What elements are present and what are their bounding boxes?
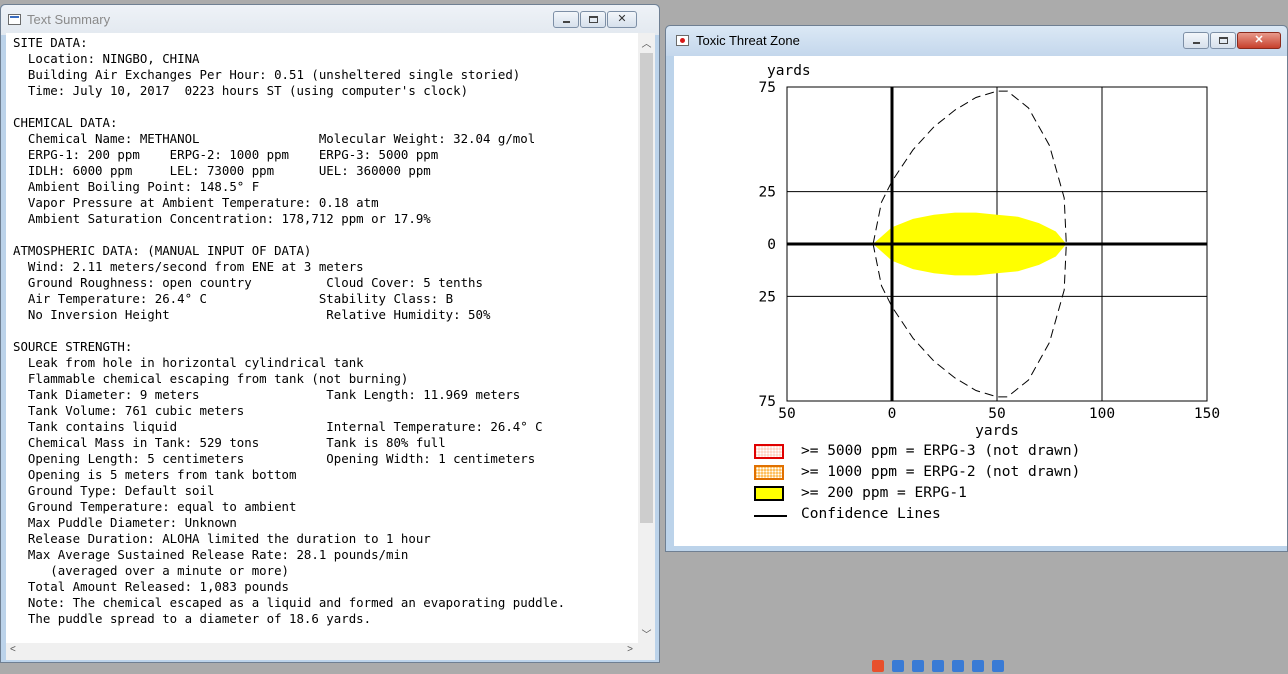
maximize-icon: [1219, 37, 1228, 44]
close-icon: ✕: [617, 13, 627, 25]
x-tick-label: 50: [778, 406, 795, 422]
summary-line: Vapor Pressure at Ambient Temperature: 0…: [13, 195, 379, 210]
x-tick-label: 50: [988, 406, 1005, 422]
close-button[interactable]: ✕: [1237, 32, 1281, 49]
summary-line: Ground Type: Default soil: [13, 483, 215, 498]
summary-line: CHEMICAL DATA:: [13, 115, 118, 130]
tray-icon[interactable]: [892, 660, 904, 672]
summary-line: IDLH: 6000 ppm LEL: 73000 ppm UEL: 36000…: [13, 163, 431, 178]
summary-line: [13, 99, 638, 115]
legend-label: >= 5000 ppm = ERPG-3 (not drawn): [801, 443, 1081, 459]
app-icon: [8, 14, 21, 25]
legend-swatch: [754, 465, 784, 480]
summary-line: Time: July 10, 2017 0223 hours ST (using…: [13, 83, 469, 98]
summary-line: Flammable chemical escaping from tank (n…: [13, 371, 409, 386]
horizontal-scrollbar[interactable]: < >: [6, 643, 655, 660]
summary-line: Opening Length: 5 centimeters Opening Wi…: [13, 451, 536, 466]
text-summary-window[interactable]: Text Summary ✕ SITE DATA: Location: NING…: [0, 4, 660, 663]
input-method-icon[interactable]: [872, 660, 884, 672]
scroll-left-icon[interactable]: <: [10, 644, 16, 655]
close-icon: ✕: [1254, 34, 1264, 46]
maximize-button[interactable]: [580, 11, 606, 28]
text-summary-titlebar[interactable]: Text Summary ✕: [1, 5, 659, 35]
close-button[interactable]: ✕: [607, 11, 637, 28]
x-axis-label: yards: [975, 423, 1019, 439]
summary-line: Tank Volume: 761 cubic meters: [13, 403, 245, 418]
legend-swatch: [754, 444, 784, 459]
summary-text: SITE DATA: Location: NINGBO, CHINA Build…: [6, 33, 638, 627]
summary-line: Max Puddle Diameter: Unknown: [13, 515, 237, 530]
summary-line: ATMOSPHERIC DATA: (MANUAL INPUT OF DATA): [13, 243, 312, 258]
x-tick-label: 0: [888, 406, 897, 422]
tray-icon[interactable]: [952, 660, 964, 672]
summary-line: Release Duration: ALOHA limited the dura…: [13, 531, 431, 546]
legend-label: >= 200 ppm = ERPG-1: [801, 485, 967, 501]
y-axis-label: yards: [767, 63, 811, 79]
summary-line: Location: NINGBO, CHINA: [13, 51, 200, 66]
y-tick-label: 75: [759, 80, 776, 96]
app-icon: [676, 35, 689, 46]
window-title: Text Summary: [27, 12, 111, 27]
threat-zone-chart: 50 0 50 100 150752502575yardsyards: [759, 63, 1221, 439]
summary-line: Building Air Exchanges Per Hour: 0.51 (u…: [13, 67, 521, 82]
system-tray: [872, 660, 1012, 674]
summary-line: Max Average Sustained Release Rate: 28.1…: [13, 547, 409, 562]
x-tick-label: 100: [1089, 406, 1115, 422]
tray-icon[interactable]: [992, 660, 1004, 672]
summary-line: SOURCE STRENGTH:: [13, 339, 133, 354]
vertical-scrollbar[interactable]: ︿ ﹀: [638, 33, 655, 643]
minimize-icon: [1193, 42, 1200, 44]
summary-line: Ambient Saturation Concentration: 178,71…: [13, 211, 431, 226]
summary-line: Chemical Mass in Tank: 529 tons Tank is …: [13, 435, 446, 450]
summary-line: Total Amount Released: 1,083 pounds: [13, 579, 290, 594]
scroll-thumb[interactable]: [640, 53, 653, 523]
summary-line: Tank contains liquid Internal Temperatur…: [13, 419, 543, 434]
summary-line: Note: The chemical escaped as a liquid a…: [13, 595, 566, 610]
summary-line: Air Temperature: 26.4° C Stability Class…: [13, 291, 454, 306]
summary-line: The puddle spread to a diameter of 18.6 …: [13, 611, 372, 626]
window-title: Toxic Threat Zone: [696, 33, 800, 48]
y-tick-label: 75: [759, 394, 776, 410]
summary-line: Ground Roughness: open country Cloud Cov…: [13, 275, 483, 290]
y-tick-label: 25: [759, 289, 776, 305]
y-tick-label: 25: [759, 185, 776, 201]
scroll-right-icon[interactable]: >: [627, 644, 633, 655]
legend-label: Confidence Lines: [801, 506, 941, 522]
tray-icon[interactable]: [932, 660, 944, 672]
text-summary-content: SITE DATA: Location: NINGBO, CHINA Build…: [6, 33, 638, 643]
tray-icon[interactable]: [912, 660, 924, 672]
summary-line: Opening is 5 meters from tank bottom: [13, 467, 297, 482]
scroll-up-icon[interactable]: ︿: [638, 35, 655, 50]
summary-line: [13, 227, 638, 243]
summary-line: No Inversion Height Relative Humidity: 5…: [13, 307, 491, 322]
summary-line: SITE DATA:: [13, 35, 88, 50]
plot-area: 50 0 50 100 150 75 25 0 25 75 yards yards >= 5000 p…: [674, 56, 1287, 546]
summary-line: Tank Diameter: 9 meters Tank Length: 11.…: [13, 387, 521, 402]
summary-line: Ground Temperature: equal to ambient: [13, 499, 297, 514]
summary-line: [13, 323, 638, 339]
x-tick-label: 150: [1194, 406, 1220, 422]
scroll-down-icon[interactable]: ﹀: [638, 626, 655, 641]
maximize-icon: [589, 16, 598, 23]
summary-line: Ambient Boiling Point: 148.5° F: [13, 179, 260, 194]
y-tick-label: 0: [767, 237, 776, 253]
minimize-icon: [563, 21, 570, 23]
summary-line: ERPG-1: 200 ppm ERPG-2: 1000 ppm ERPG-3:…: [13, 147, 439, 162]
tray-icon[interactable]: [972, 660, 984, 672]
legend-line-swatch: [754, 515, 787, 517]
toxic-threat-zone-window[interactable]: Toxic Threat Zone ✕ 50 0 50 100 150 75 25 0 25 75…: [665, 25, 1288, 552]
summary-line: Leak from hole in horizontal cylindrical…: [13, 355, 364, 370]
summary-line: Wind: 2.11 meters/second from ENE at 3 m…: [13, 259, 364, 274]
summary-line: (averaged over a minute or more): [13, 563, 290, 578]
legend-label: >= 1000 ppm = ERPG-2 (not drawn): [801, 464, 1081, 480]
minimize-button[interactable]: [553, 11, 579, 28]
minimize-button[interactable]: [1183, 32, 1209, 49]
summary-line: Chemical Name: METHANOL Molecular Weight…: [13, 131, 536, 146]
legend-swatch: [754, 486, 784, 501]
threat-zone-titlebar[interactable]: Toxic Threat Zone ✕: [666, 26, 1287, 56]
maximize-button[interactable]: [1210, 32, 1236, 49]
